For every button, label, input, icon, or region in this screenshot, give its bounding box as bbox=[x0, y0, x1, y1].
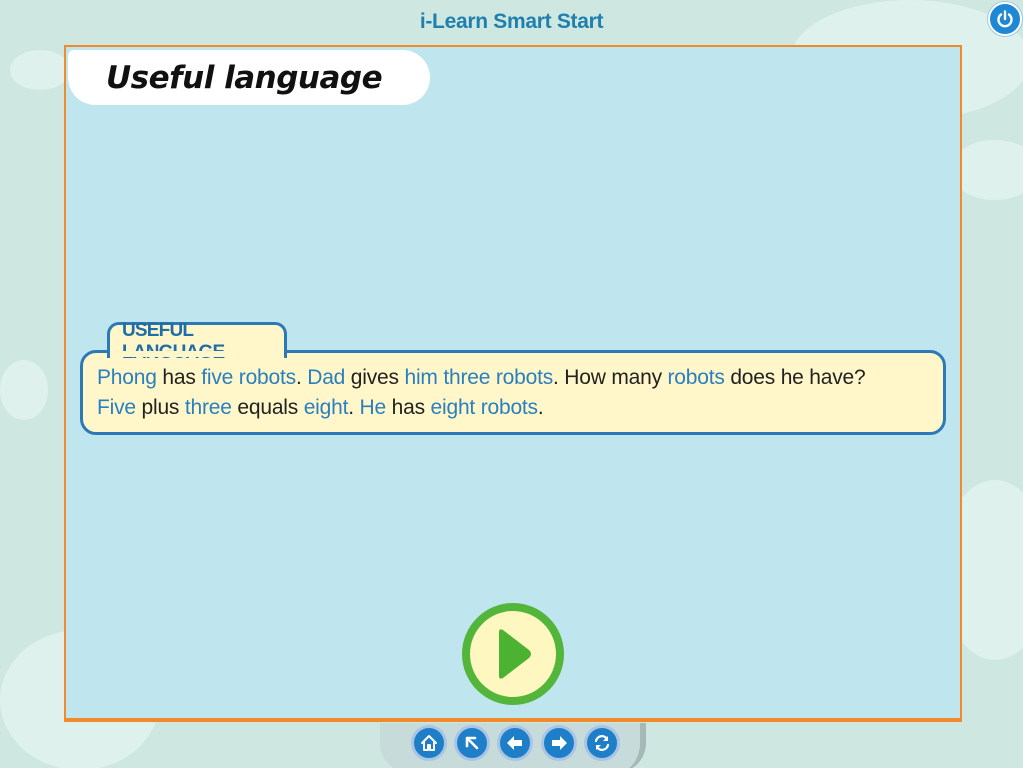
phrase-segment: . bbox=[348, 396, 360, 419]
phrase-segment: has bbox=[385, 396, 431, 419]
phrase-segment: does he have? bbox=[724, 366, 866, 389]
phrase-segment: equals bbox=[231, 396, 304, 419]
phrase-segment: has bbox=[156, 366, 202, 389]
home-icon bbox=[421, 735, 437, 751]
power-icon bbox=[997, 10, 1013, 28]
menu-button[interactable] bbox=[454, 725, 490, 761]
phrase-segment: gives bbox=[345, 366, 405, 389]
phrase-segment: plus bbox=[135, 396, 185, 419]
tab-joiner bbox=[110, 351, 284, 357]
phrase-segment: eight robots bbox=[430, 396, 539, 419]
menu-arrow-icon bbox=[465, 736, 479, 750]
phrase-segment: Dad bbox=[307, 366, 346, 389]
play-button[interactable] bbox=[462, 603, 564, 705]
home-button[interactable] bbox=[411, 725, 447, 761]
next-icon bbox=[552, 736, 567, 750]
back-icon bbox=[507, 736, 522, 750]
phrase-segment: . bbox=[295, 366, 308, 389]
cloud-decoration bbox=[0, 360, 48, 420]
next-button[interactable] bbox=[541, 725, 577, 761]
phrase-segment: him three robots bbox=[404, 366, 554, 389]
back-button[interactable] bbox=[497, 725, 533, 761]
useful-language-line-1: Phong has five robots. Dad gives him thr… bbox=[97, 363, 943, 393]
replay-icon bbox=[594, 735, 610, 751]
useful-language-line-2: Five plus three equals eight. He has eig… bbox=[97, 393, 943, 423]
replay-button[interactable] bbox=[584, 725, 620, 761]
play-button-face bbox=[470, 611, 556, 697]
phrase-segment: Five bbox=[97, 396, 136, 419]
power-button[interactable] bbox=[988, 2, 1022, 36]
phrase-segment: . bbox=[537, 396, 544, 419]
phrase-segment: Phong bbox=[97, 366, 157, 389]
play-icon bbox=[499, 629, 531, 679]
slide-heading-text: Useful language bbox=[106, 59, 383, 96]
phrase-segment: eight bbox=[303, 396, 349, 419]
slide-heading: Useful language bbox=[68, 50, 430, 105]
slide-stage: Useful language USEFUL LANGUAGE Phong ha… bbox=[64, 45, 962, 722]
phrase-segment: five robots bbox=[201, 366, 296, 389]
phrase-segment: . How many bbox=[553, 366, 668, 389]
phrase-segment: three bbox=[184, 396, 232, 419]
phrase-segment: He bbox=[359, 396, 387, 419]
phrase-segment: robots bbox=[667, 366, 725, 389]
app-title: i-Learn Smart Start bbox=[419, 10, 604, 33]
cloud-decoration bbox=[10, 50, 70, 90]
